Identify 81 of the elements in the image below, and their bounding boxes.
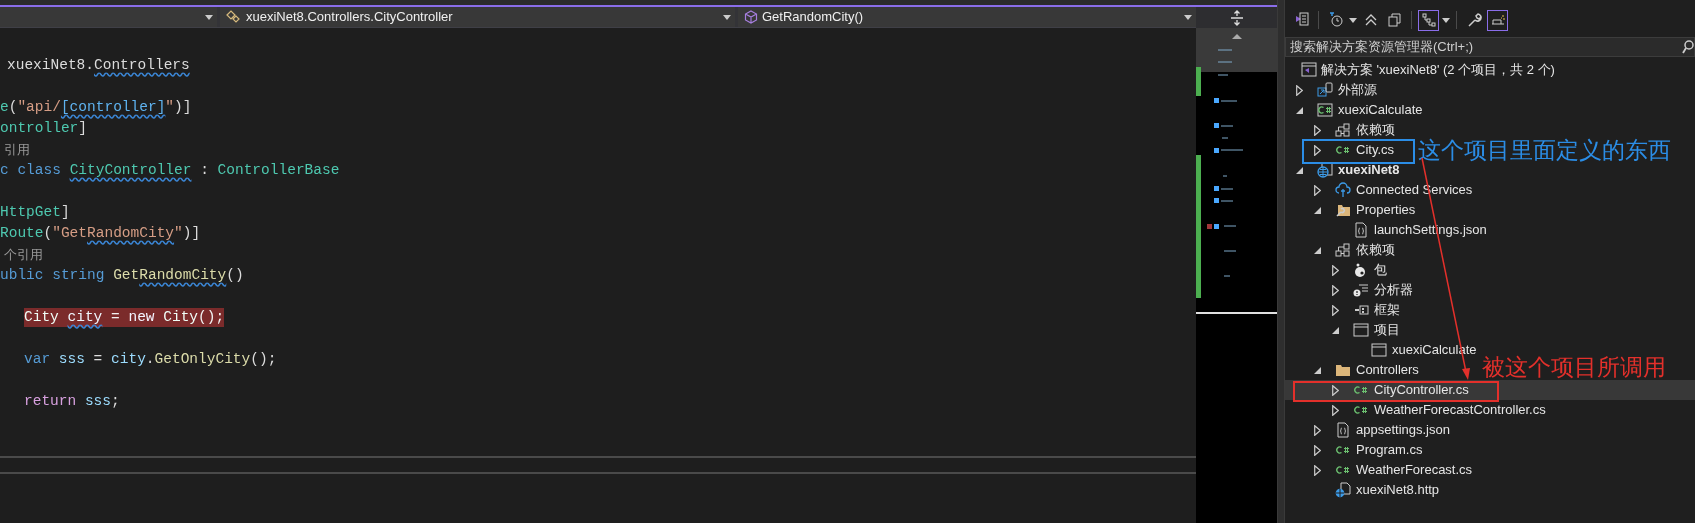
tree-item[interactable]: xuexiNet8	[1285, 160, 1402, 180]
collapsed-arrow-icon[interactable]	[1313, 184, 1321, 196]
code-line: Route("GetRandomCity")]	[0, 224, 201, 243]
properties-folder-icon	[1335, 202, 1351, 218]
json-file-icon	[1353, 222, 1369, 238]
code-line: return sss;	[24, 392, 120, 411]
window-icon	[1371, 342, 1387, 358]
tree-item[interactable]: 包	[1285, 260, 1389, 280]
tree-item[interactable]: WeatherForecast.cs	[1285, 460, 1475, 480]
tree-item[interactable]: 项目	[1285, 320, 1402, 340]
navigation-dropdown[interactable]: xuexiNet8.Controllers.CityController	[220, 7, 735, 27]
preview-icon[interactable]	[1487, 9, 1508, 31]
tree-item[interactable]: 外部源	[1285, 80, 1379, 100]
annotation-note: 被这个项目所调用	[1482, 355, 1666, 379]
solution-icon	[1301, 62, 1317, 78]
csharp-project-icon	[1317, 102, 1333, 118]
tree-view-icon[interactable]	[1418, 9, 1439, 31]
annotation-note: 这个项目里面定义的东西	[1418, 136, 1671, 164]
collapsed-arrow-icon[interactable]	[1313, 444, 1321, 456]
collapsed-arrow-icon[interactable]	[1331, 384, 1339, 396]
caret-icon[interactable]	[723, 14, 731, 20]
reference-count-link[interactable]: 个引用	[0, 244, 43, 265]
search-field[interactable]: 搜索解决方案资源管理器(Ctrl+;)	[1285, 37, 1695, 57]
tree-item[interactable]: Properties	[1285, 200, 1418, 220]
split-window-icon[interactable]	[1229, 9, 1244, 26]
code-line: e("api/[controller]")]	[0, 98, 192, 117]
tree-item[interactable]: Program.cs	[1285, 440, 1425, 460]
globe-project-icon	[1317, 162, 1333, 178]
tree-item[interactable]: xuexiCalculate	[1285, 100, 1425, 120]
collapsed-arrow-icon[interactable]	[1313, 464, 1321, 476]
http-file-icon	[1335, 482, 1351, 498]
caret-icon[interactable]	[205, 14, 213, 20]
tree-item[interactable]: 分析器	[1285, 280, 1415, 300]
class-icon	[226, 10, 242, 24]
collapsed-arrow-icon[interactable]	[1331, 264, 1339, 276]
expanded-arrow-icon[interactable]	[1295, 166, 1303, 174]
framework-icon	[1353, 302, 1369, 318]
cube-icon	[744, 10, 758, 24]
code-line: HttpGet]	[0, 203, 70, 222]
dropdown-caret-icon[interactable]	[1442, 17, 1450, 23]
tree-item[interactable]: appsettings.json	[1285, 420, 1452, 440]
expanded-arrow-icon[interactable]	[1313, 246, 1321, 254]
json-file-icon	[1335, 422, 1351, 438]
expanded-arrow-icon[interactable]	[1331, 326, 1339, 334]
tree-item[interactable]: Controllers	[1285, 360, 1421, 380]
expanded-arrow-icon[interactable]	[1313, 206, 1321, 214]
tree-item[interactable]: 依赖项	[1285, 120, 1397, 140]
code-line: xuexiNet8.Controllers	[7, 56, 190, 75]
analyzer-icon	[1353, 282, 1369, 298]
tree-item[interactable]: City.cs	[1285, 140, 1397, 160]
tree-item[interactable]: xuexiNet8.http	[1285, 480, 1442, 500]
collapsed-arrow-icon[interactable]	[1313, 144, 1321, 156]
code-line: ontroller]	[0, 119, 88, 138]
search-icon[interactable]	[1682, 40, 1694, 54]
expanded-arrow-icon[interactable]	[1295, 106, 1303, 114]
collapsed-arrow-icon[interactable]	[1313, 124, 1321, 136]
collapsed-arrow-icon[interactable]	[1295, 84, 1303, 96]
collapsed-arrow-icon[interactable]	[1331, 404, 1339, 416]
code-line: var sss = city.GetOnlyCity();	[24, 350, 277, 369]
solution-label: 解决方案 'xuexiNet8' (2 个项目，共 2 个)	[1321, 61, 1555, 80]
navigation-dropdown[interactable]: GetRandomCity()	[738, 7, 1196, 27]
collapsed-arrow-icon[interactable]	[1313, 424, 1321, 436]
dependencies-icon	[1335, 242, 1351, 258]
tree-item[interactable]: CityController.cs	[1285, 380, 1695, 400]
tree-item[interactable]: 框架	[1285, 300, 1402, 320]
collapsed-arrow-icon[interactable]	[1331, 284, 1339, 296]
reference-count-link[interactable]: 引用	[0, 139, 30, 160]
external-source-icon	[1317, 82, 1333, 98]
dependencies-icon	[1335, 122, 1351, 138]
caret-icon[interactable]	[1184, 14, 1192, 20]
expanded-arrow-icon[interactable]	[1313, 366, 1321, 374]
tree-item[interactable]: 依赖项	[1285, 240, 1397, 260]
folder-icon	[1335, 362, 1351, 378]
dropdown-caret-icon[interactable]	[1349, 17, 1357, 23]
scrollbar-track[interactable]	[0, 456, 1196, 474]
cloud-icon	[1335, 182, 1351, 198]
code-line: ublic string GetRandomCity()	[0, 266, 244, 285]
code-line: c class CityController : ControllerBase	[0, 161, 340, 180]
collapsed-arrow-icon[interactable]	[1331, 304, 1339, 316]
tree-item[interactable]: WeatherForecastController.cs	[1285, 400, 1548, 420]
window-icon	[1353, 322, 1369, 338]
